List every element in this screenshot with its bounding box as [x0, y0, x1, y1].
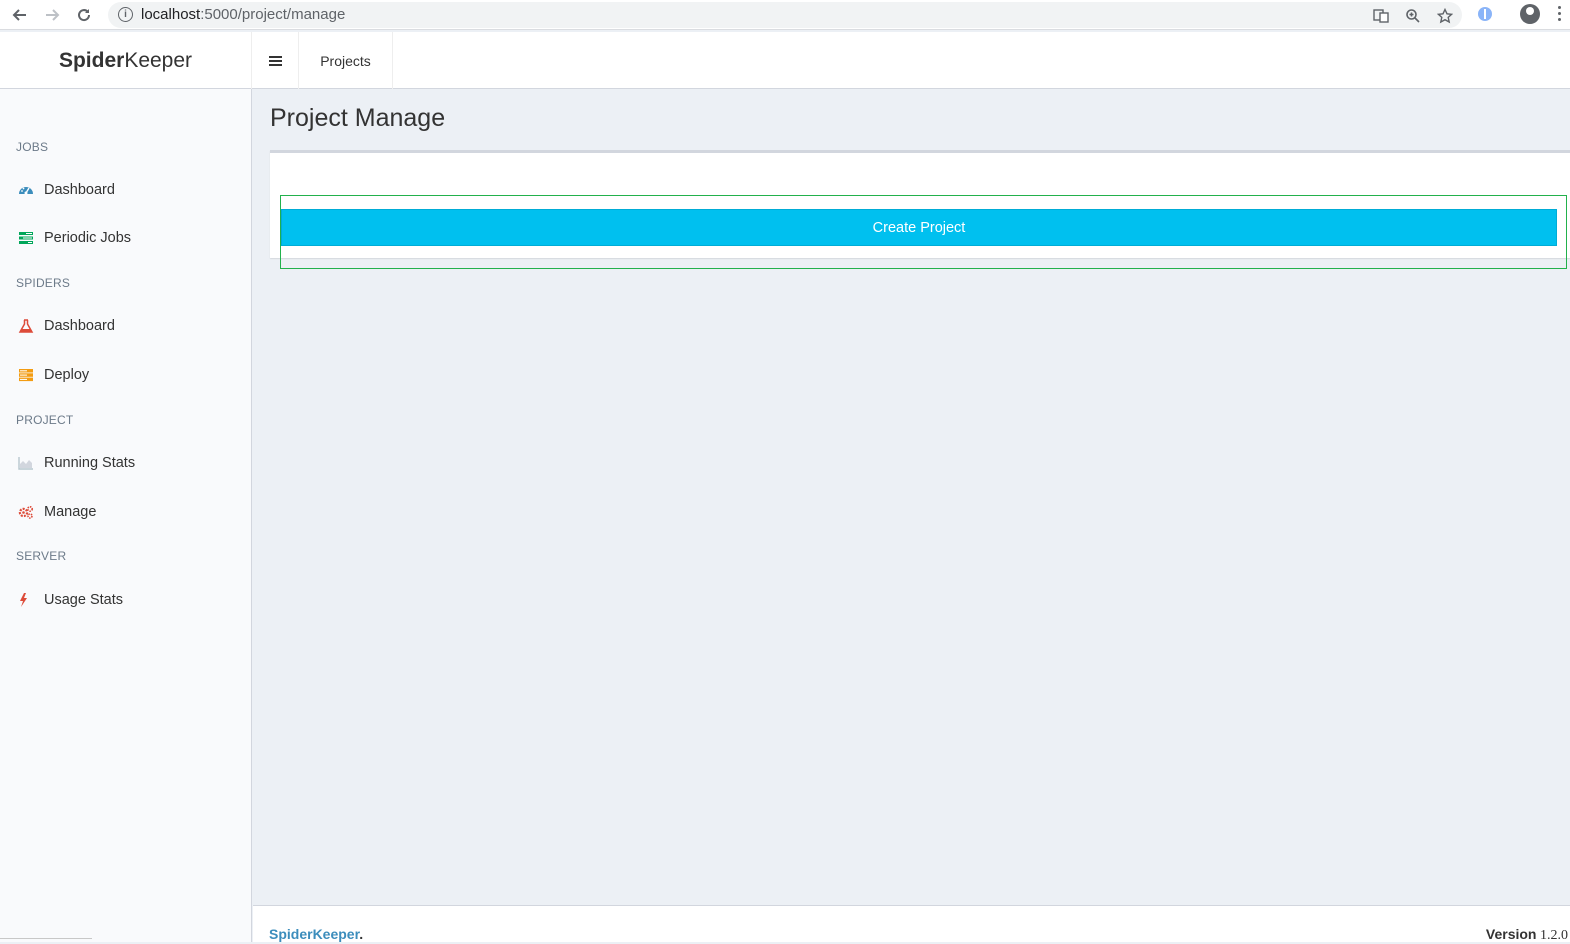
sidebar-item-manage[interactable]: Manage: [0, 492, 251, 532]
bolt-icon: [18, 592, 35, 608]
address-bar[interactable]: i localhost:5000/project/manage: [108, 2, 1462, 28]
sidebar-item-label: Deploy: [44, 367, 90, 383]
sidebar-section-spiders: SPIDERS: [16, 276, 71, 290]
sidebar-item-spiders-dashboard[interactable]: Dashboard: [0, 306, 251, 346]
extension-icon[interactable]: [1476, 5, 1494, 23]
reload-icon[interactable]: [73, 4, 95, 26]
back-icon[interactable]: [9, 4, 31, 26]
tasks-icon: [18, 231, 35, 246]
url-text: localhost:5000/project/manage: [141, 6, 346, 23]
sidebar: JOBS Dashboard Periodic Jobs SPIDERS Das…: [0, 89, 252, 942]
server-icon: [18, 368, 35, 383]
version-info: Version 1.2.0: [1485, 926, 1568, 943]
dashboard-icon: [18, 183, 35, 198]
sidebar-item-jobs-dashboard[interactable]: Dashboard: [0, 170, 251, 210]
sidebar-item-label: Dashboard: [44, 182, 115, 198]
page-title: Project Manage: [270, 104, 446, 132]
footer-brand-link[interactable]: SpiderKeeper.: [269, 926, 363, 942]
footer: SpiderKeeper. Version 1.2.0: [253, 905, 1570, 943]
zoom-icon[interactable]: [1404, 7, 1422, 25]
app-logo[interactable]: Spider Keeper: [0, 32, 252, 89]
sidebar-item-label: Usage Stats: [44, 592, 123, 608]
projects-nav-link[interactable]: Projects: [299, 32, 393, 89]
translate-icon[interactable]: [1372, 7, 1390, 25]
app-header: Spider Keeper Projects: [0, 32, 1570, 89]
sidebar-divider: [0, 938, 92, 939]
create-project-button[interactable]: Create Project: [281, 209, 1557, 246]
forward-icon[interactable]: [41, 4, 63, 26]
profile-avatar-icon[interactable]: [1520, 4, 1540, 24]
info-icon[interactable]: i: [118, 7, 133, 22]
hamburger-icon: [268, 54, 282, 68]
sidebar-item-label: Manage: [44, 504, 97, 520]
sidebar-item-label: Periodic Jobs: [44, 230, 132, 246]
gears-icon: [18, 505, 35, 520]
sidebar-section-server: SERVER: [16, 549, 67, 563]
bookmark-star-icon[interactable]: [1436, 7, 1454, 25]
sidebar-toggle-button[interactable]: [252, 32, 299, 89]
sidebar-item-periodic-jobs[interactable]: Periodic Jobs: [0, 218, 251, 258]
browser-toolbar: i localhost:5000/project/manage: [0, 0, 1570, 30]
sidebar-item-label: Running Stats: [44, 455, 136, 471]
sidebar-item-deploy[interactable]: Deploy: [0, 355, 251, 395]
area-chart-icon: [18, 456, 35, 471]
sidebar-section-jobs: JOBS: [16, 140, 49, 154]
sidebar-section-project: PROJECT: [16, 413, 74, 427]
flask-icon: [18, 318, 35, 334]
browser-menu-icon[interactable]: [1558, 6, 1562, 24]
sidebar-item-usage-stats[interactable]: Usage Stats: [0, 580, 251, 620]
sidebar-item-label: Dashboard: [44, 318, 115, 334]
sidebar-item-running-stats[interactable]: Running Stats: [0, 443, 251, 483]
